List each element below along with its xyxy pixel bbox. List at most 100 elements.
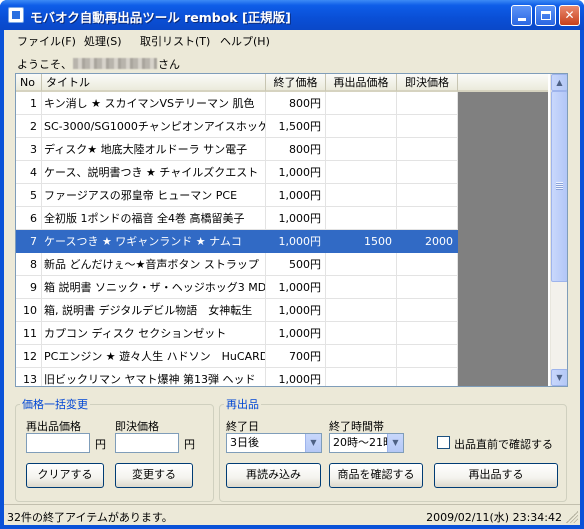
header-buyout-price[interactable]: 即決価格 <box>397 74 458 92</box>
close-button[interactable]: ✕ <box>559 5 580 26</box>
cell-buyout-price <box>397 322 458 345</box>
minimize-icon <box>517 18 526 21</box>
table-row[interactable]: 2 SC-3000/SG1000チャンピオンアイスホッケー 1,500円 <box>16 115 548 138</box>
chevron-down-icon[interactable]: ▼ <box>387 434 403 452</box>
buyout-price-label: 即決価格 <box>115 420 159 433</box>
list-header: No タイトル 終了価格 再出品価格 即決価格 <box>16 74 548 92</box>
cell-title: 箱, 説明書 デジタルデビル物語 女神転生 <box>42 299 266 322</box>
table-row[interactable]: 9箱 説明書 ソニック・ザ・ヘッジホッグ3 MD 1,000円 <box>16 276 548 299</box>
cell-title: ケース、説明書つき ★ チャイルズクエスト <box>42 161 266 184</box>
cell-title: SC-3000/SG1000チャンピオンアイスホッケー <box>42 115 266 138</box>
cell-buyout-price <box>397 161 458 184</box>
cell-buyout-price <box>397 138 458 161</box>
header-filler <box>458 74 548 92</box>
cell-relist-price <box>326 207 397 230</box>
cell-end-price: 1,000円 <box>266 299 326 322</box>
header-end-price[interactable]: 終了価格 <box>266 74 326 92</box>
redacted-username <box>73 58 157 69</box>
end-time-select[interactable]: 20時〜21時 ▼ <box>329 433 404 453</box>
chevron-down-icon[interactable]: ▼ <box>305 434 321 452</box>
buyout-yen-label: 円 <box>184 438 195 451</box>
cell-end-price: 1,000円 <box>266 322 326 345</box>
end-day-select[interactable]: 3日後 ▼ <box>226 433 322 453</box>
table-row[interactable]: 11 カプコン ディスク セクションゼット 1,000円 <box>16 322 548 345</box>
grip-icon <box>556 182 563 190</box>
cell-title: ファージアスの邪皇帝 ヒューマン PCE <box>42 184 266 207</box>
cell-relist-price <box>326 184 397 207</box>
item-list[interactable]: No タイトル 終了価格 再出品価格 即決価格 1 キン消し ★ スカイマンVSテ… <box>15 73 568 387</box>
change-button[interactable]: 変更する <box>115 463 193 488</box>
cell-end-price: 1,000円 <box>266 207 326 230</box>
menu-process[interactable]: 処理(S) <box>84 33 122 49</box>
table-row[interactable]: 3 ディスク★ 地底大陸オルドーラ サン電子 800円 <box>16 138 548 161</box>
reload-button[interactable]: 再読み込み <box>226 463 321 488</box>
cell-no: 9 <box>16 276 42 299</box>
menu-bar: ファイル(F) 処理(S) 取引リスト(T) ヘルプ(H) <box>4 30 580 50</box>
cell-end-price: 1,000円 <box>266 230 326 253</box>
relist-legend: 再出品 <box>226 398 259 411</box>
resize-grip-icon[interactable] <box>566 511 578 523</box>
table-row[interactable]: 4 ケース、説明書つき ★ チャイルズクエスト 1,000円 <box>16 161 548 184</box>
app-window: モバオク自動再出品ツール rembok [正規版] ✕ ファイル(F) 処理(S… <box>0 0 584 529</box>
table-row[interactable]: 13 旧ビックリマン ヤマト爆神 第13弾 ヘッド 1,000円 <box>16 368 548 386</box>
cell-title: PCエンジン ★ 遊々人生 ハドソン HuCARD <box>42 345 266 368</box>
menu-file[interactable]: ファイル(F) <box>17 33 76 49</box>
menu-trade-list[interactable]: 取引リスト(T) <box>140 33 210 49</box>
cell-title: 全初版 1ポンドの福音 全4巻 高橋留美子 <box>42 207 266 230</box>
relist-group: 再出品 終了日 終了時間帯 3日後 ▼ 20時〜21時 ▼ 出品直前で確認する … <box>219 396 567 502</box>
confirm-before-listing-checkbox[interactable] <box>437 436 450 449</box>
table-row[interactable]: 10 箱, 説明書 デジタルデビル物語 女神転生 1,000円 <box>16 299 548 322</box>
arrow-up-icon: ▲ <box>556 78 563 87</box>
cell-buyout-price <box>397 207 458 230</box>
confirm-items-button[interactable]: 商品を確認する <box>329 463 423 488</box>
maximize-icon <box>540 11 551 20</box>
table-row[interactable]: 5 ファージアスの邪皇帝 ヒューマン PCE 1,000円 <box>16 184 548 207</box>
cell-buyout-price <box>397 276 458 299</box>
vertical-scrollbar[interactable]: ▲ ▼ <box>550 74 567 386</box>
buyout-price-input[interactable] <box>115 433 179 453</box>
cell-relist-price: 1500 <box>326 230 397 253</box>
cell-no: 5 <box>16 184 42 207</box>
confirm-before-listing-label[interactable]: 出品直前で確認する <box>454 436 553 452</box>
header-relist-price[interactable]: 再出品価格 <box>326 74 397 92</box>
cell-title: ケースつき ★ ワギャンランド ★ ナムコ <box>42 230 266 253</box>
header-no[interactable]: No <box>16 74 42 92</box>
scroll-up-button[interactable]: ▲ <box>551 74 567 91</box>
end-day-label: 終了日 <box>226 420 259 433</box>
header-title[interactable]: タイトル <box>42 74 266 92</box>
cell-end-price: 1,500円 <box>266 115 326 138</box>
table-row[interactable]: 7 ケースつき ★ ワギャンランド ★ ナムコ 1,000円 1500 2000 <box>16 230 548 253</box>
cell-end-price: 1,000円 <box>266 161 326 184</box>
cell-buyout-price <box>397 184 458 207</box>
scroll-down-button[interactable]: ▼ <box>551 369 567 386</box>
cell-no: 11 <box>16 322 42 345</box>
relist-button[interactable]: 再出品する <box>434 463 558 488</box>
cell-end-price: 800円 <box>266 92 326 115</box>
cell-relist-price <box>326 276 397 299</box>
cell-title: キン消し ★ スカイマンVSテリーマン 肌色 <box>42 92 266 115</box>
cell-no: 6 <box>16 207 42 230</box>
client-area: ファイル(F) 処理(S) 取引リスト(T) ヘルプ(H) ようこそ、 さん No… <box>4 30 580 525</box>
maximize-button[interactable] <box>535 5 556 26</box>
menu-help[interactable]: ヘルプ(H) <box>220 33 270 49</box>
clear-button[interactable]: クリアする <box>26 463 104 488</box>
table-row[interactable]: 12 PCエンジン ★ 遊々人生 ハドソン HuCARD 700円 <box>16 345 548 368</box>
cell-relist-price <box>326 299 397 322</box>
welcome-prefix: ようこそ、 <box>17 58 72 71</box>
table-row[interactable]: 6 全初版 1ポンドの福音 全4巻 高橋留美子 1,000円 <box>16 207 548 230</box>
scroll-thumb[interactable] <box>551 91 567 282</box>
relist-yen-label: 円 <box>95 438 106 451</box>
cell-title: 旧ビックリマン ヤマト爆神 第13弾 ヘッド <box>42 368 266 386</box>
table-row[interactable]: 8 新品 どんだけぇ〜★音声ボタン ストラップ 500円 <box>16 253 548 276</box>
cell-no: 1 <box>16 92 42 115</box>
cell-title: 新品 どんだけぇ〜★音声ボタン ストラップ <box>42 253 266 276</box>
cell-relist-price <box>326 161 397 184</box>
cell-relist-price <box>326 138 397 161</box>
welcome-suffix: さん <box>158 58 180 71</box>
minimize-button[interactable] <box>511 5 532 26</box>
table-row[interactable]: 1 キン消し ★ スカイマンVSテリーマン 肌色 800円 <box>16 92 548 115</box>
status-bar: 32件の終了アイテムがあります。 2009/02/11(水) 23:34:42 <box>4 504 580 525</box>
title-bar[interactable]: モバオク自動再出品ツール rembok [正規版] ✕ <box>0 0 584 30</box>
relist-price-input[interactable] <box>26 433 90 453</box>
cell-relist-price <box>326 92 397 115</box>
